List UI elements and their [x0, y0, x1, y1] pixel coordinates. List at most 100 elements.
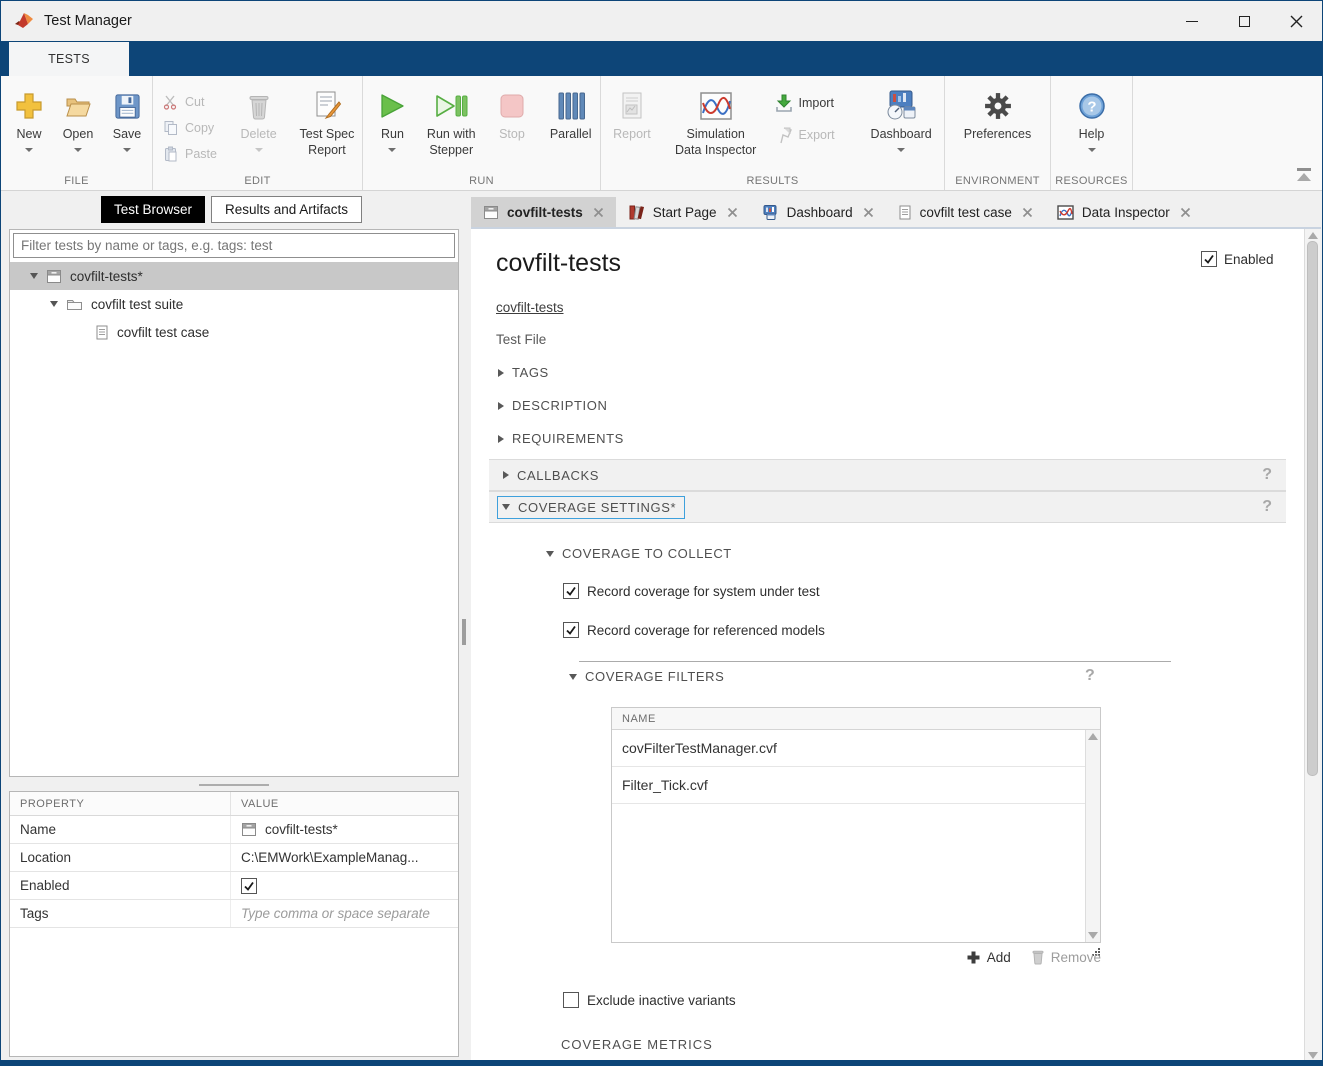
- remove-filter-button[interactable]: Remove: [1031, 949, 1101, 965]
- dropdown-arrow-icon: [123, 148, 131, 152]
- group-environment: Preferences ENVIRONMENT: [945, 76, 1051, 190]
- enabled-property-checkbox[interactable]: [241, 878, 257, 894]
- doc-tab-start-page[interactable]: Start Page: [616, 197, 750, 227]
- coverage-settings-focus: COVERAGE SETTINGS*: [497, 496, 685, 519]
- page-title: covfilt-tests: [496, 249, 621, 278]
- table-row[interactable]: covFilterTestManager.cvf: [612, 730, 1085, 767]
- minimize-icon: [1186, 21, 1198, 22]
- tab-test-browser[interactable]: Test Browser: [101, 196, 205, 223]
- test-file-icon: [483, 205, 499, 220]
- simulation-data-inspector-button[interactable]: SimulationData Inspector: [663, 82, 769, 158]
- save-button[interactable]: Save: [105, 82, 149, 152]
- record-sut-checkbox[interactable]: [563, 583, 579, 599]
- tree-item-test-case[interactable]: covfilt test case: [10, 318, 458, 346]
- collapse-ribbon-button[interactable]: [1294, 168, 1314, 186]
- enabled-checkbox[interactable]: [1201, 251, 1217, 267]
- report-button[interactable]: Report: [607, 82, 657, 158]
- section-coverage-settings[interactable]: COVERAGE SETTINGS* ?: [489, 491, 1286, 523]
- tree-item-test-suite[interactable]: covfilt test suite: [10, 290, 458, 318]
- tags-input[interactable]: Type comma or space separate: [241, 906, 449, 921]
- coverage-to-collect-heading[interactable]: COVERAGE TO COLLECT: [546, 546, 732, 561]
- cut-button[interactable]: Cut: [163, 94, 225, 110]
- test-tree: covfilt-tests* covfilt test suite covfil…: [10, 262, 458, 346]
- name-value: covfilt-tests*: [265, 822, 338, 837]
- coverage-filters-heading[interactable]: COVERAGE FILTERS: [569, 669, 724, 684]
- new-icon: [14, 91, 44, 121]
- maximize-button[interactable]: [1218, 1, 1270, 41]
- tab-close-icon[interactable]: [593, 207, 604, 218]
- close-button[interactable]: [1270, 1, 1322, 41]
- parallel-button[interactable]: Parallel: [541, 82, 600, 158]
- dashboard-icon: [884, 90, 918, 122]
- tab-close-icon[interactable]: [727, 207, 738, 218]
- group-label-resources: RESOURCES: [1051, 175, 1132, 187]
- preferences-button[interactable]: Preferences: [951, 82, 1045, 143]
- table-row[interactable]: Enabled: [10, 872, 458, 900]
- record-ref-models-checkbox[interactable]: [563, 622, 579, 638]
- help-question-icon[interactable]: ?: [1262, 466, 1272, 484]
- paste-button[interactable]: Paste: [163, 146, 225, 162]
- tab-results-and-artifacts[interactable]: Results and Artifacts: [211, 196, 362, 223]
- run-with-stepper-button[interactable]: Run withStepper: [420, 82, 483, 158]
- scroll-down-icon[interactable]: [1308, 1052, 1318, 1059]
- dashboard-button[interactable]: Dashboard: [858, 82, 944, 158]
- help-question-icon[interactable]: ?: [1262, 498, 1272, 516]
- test-manager-window: Test Manager TESTS New Open: [0, 0, 1323, 1066]
- test-spec-report-button[interactable]: Test SpecReport: [292, 82, 362, 162]
- group-label-run: RUN: [363, 175, 600, 187]
- vertical-splitter[interactable]: [462, 619, 466, 645]
- filters-actions: Add Remove: [611, 949, 1101, 965]
- group-edit: Cut Copy Paste Delete: [153, 76, 363, 190]
- table-row[interactable]: Name covfilt-tests*: [10, 816, 458, 844]
- delete-button[interactable]: Delete: [233, 82, 284, 162]
- stop-button[interactable]: Stop: [489, 82, 536, 158]
- table-scrollbar[interactable]: [1085, 730, 1100, 942]
- tree-item-test-file[interactable]: covfilt-tests*: [10, 262, 458, 290]
- minimize-button[interactable]: [1166, 1, 1218, 41]
- run-button[interactable]: Run: [371, 82, 414, 158]
- doc-tab-dashboard[interactable]: Dashboard: [750, 197, 886, 227]
- test-file-link[interactable]: covfilt-tests: [496, 300, 564, 315]
- scroll-up-icon[interactable]: [1308, 232, 1318, 239]
- doc-tab-covfilt-test-case[interactable]: covfilt test case: [886, 197, 1045, 227]
- table-row[interactable]: Location C:\EMWork\ExampleManag...: [10, 844, 458, 872]
- filter-tests-input[interactable]: [13, 233, 455, 258]
- add-filter-button[interactable]: Add: [966, 950, 1011, 965]
- tab-close-icon[interactable]: [863, 207, 874, 218]
- help-question-icon[interactable]: ?: [1085, 667, 1095, 685]
- main-scrollbar[interactable]: [1304, 229, 1320, 1062]
- toolbar: New Open Save FILE: [1, 76, 1322, 191]
- import-button[interactable]: Import: [775, 94, 853, 112]
- expander-icon[interactable]: [30, 273, 38, 279]
- expander-icon[interactable]: [50, 301, 58, 307]
- section-description[interactable]: DESCRIPTION: [498, 398, 607, 413]
- tab-close-icon[interactable]: [1022, 207, 1033, 218]
- section-divider: [579, 661, 1171, 662]
- copy-button[interactable]: Copy: [163, 120, 225, 136]
- section-requirements[interactable]: REQUIREMENTS: [498, 431, 624, 446]
- tab-close-icon[interactable]: [1180, 207, 1191, 218]
- tab-tests[interactable]: TESTS: [9, 42, 129, 76]
- section-tags[interactable]: TAGS: [498, 365, 549, 380]
- name-column-header[interactable]: NAME: [612, 708, 1100, 730]
- help-button[interactable]: ? Help: [1062, 82, 1122, 152]
- group-resources: ? Help RESOURCES: [1051, 76, 1133, 190]
- table-row[interactable]: Tags Type comma or space separate: [10, 900, 458, 928]
- add-icon: [966, 950, 981, 965]
- help-icon: ?: [1078, 92, 1106, 120]
- exclude-variants-checkbox[interactable]: [563, 992, 579, 1008]
- section-callbacks[interactable]: CALLBACKS ?: [489, 459, 1286, 491]
- scroll-up-icon[interactable]: [1088, 733, 1098, 740]
- doc-tab-data-inspector[interactable]: Data Inspector: [1045, 197, 1203, 227]
- new-button[interactable]: New: [7, 82, 51, 152]
- dropdown-arrow-icon: [25, 148, 33, 152]
- doc-tab-covfilt-tests[interactable]: covfilt-tests: [471, 197, 616, 227]
- scrollbar-thumb[interactable]: [1307, 241, 1318, 776]
- horizontal-splitter[interactable]: [9, 782, 459, 788]
- stop-icon: [499, 93, 525, 119]
- exclude-variants-option: Exclude inactive variants: [563, 992, 736, 1008]
- scroll-down-icon[interactable]: [1088, 932, 1098, 939]
- table-row[interactable]: Filter_Tick.cvf: [612, 767, 1085, 804]
- open-button[interactable]: Open: [55, 82, 101, 152]
- export-button[interactable]: Export: [775, 126, 853, 144]
